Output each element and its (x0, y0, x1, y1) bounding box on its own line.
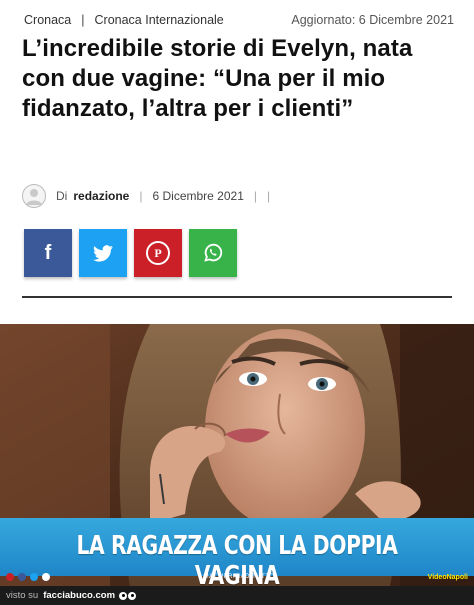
category-link[interactable]: Cronaca (24, 13, 71, 27)
watermark-footer: visto su facciabuco.com (0, 586, 474, 605)
instagram-icon (6, 573, 14, 581)
share-buttons: f P (24, 229, 237, 277)
image-footer: #IATTIPRIMADITUTTO VideoNapoli (0, 568, 474, 586)
publish-date: 6 Dicembre 2021 (152, 189, 244, 203)
byline-separator: | (139, 189, 143, 203)
divider (22, 296, 452, 298)
social-icons (6, 573, 50, 581)
facebook-small-icon (18, 573, 26, 581)
subcategory-link[interactable]: Cronaca Internazionale (95, 13, 224, 27)
byline-prefix: Di (56, 189, 68, 203)
facebook-share-button[interactable]: f (24, 229, 72, 277)
site-link[interactable]: facciabuco.com (43, 590, 115, 601)
hashtag: #IATTIPRIMADITUTTO (203, 574, 275, 580)
visto-su-label: visto su (6, 590, 39, 601)
article-image[interactable]: LA RAGAZZA CON LA DOPPIA VAGINA #IATTIPR… (0, 324, 474, 586)
whatsapp-icon (204, 243, 223, 262)
byline: Di redazione | 6 Dicembre 2021 | | (22, 184, 442, 208)
twitter-small-icon (30, 573, 38, 581)
updated-date: Aggiornato: 6 Dicembre 2021 (291, 13, 454, 27)
byline-separator: | (253, 189, 257, 203)
category-separator: | (81, 13, 85, 27)
facebook-icon: f (44, 241, 52, 264)
pinterest-icon: P (146, 241, 170, 265)
author-avatar-icon (22, 184, 46, 208)
twitter-icon (93, 244, 113, 262)
pinterest-share-button[interactable]: P (134, 229, 182, 277)
byline-separator: | (267, 189, 271, 203)
eyes-icon (119, 591, 137, 600)
brand-logo: VideoNapoli (427, 573, 468, 581)
whatsapp-share-button[interactable] (189, 229, 237, 277)
author-link[interactable]: redazione (73, 189, 129, 203)
twitter-share-button[interactable] (79, 229, 127, 277)
article-title: L’incredibile storie di Evelyn, nata con… (22, 35, 413, 122)
top-meta-bar: Cronaca | Cronaca Internazionale Aggiorn… (24, 10, 454, 30)
youtube-icon (42, 573, 50, 581)
